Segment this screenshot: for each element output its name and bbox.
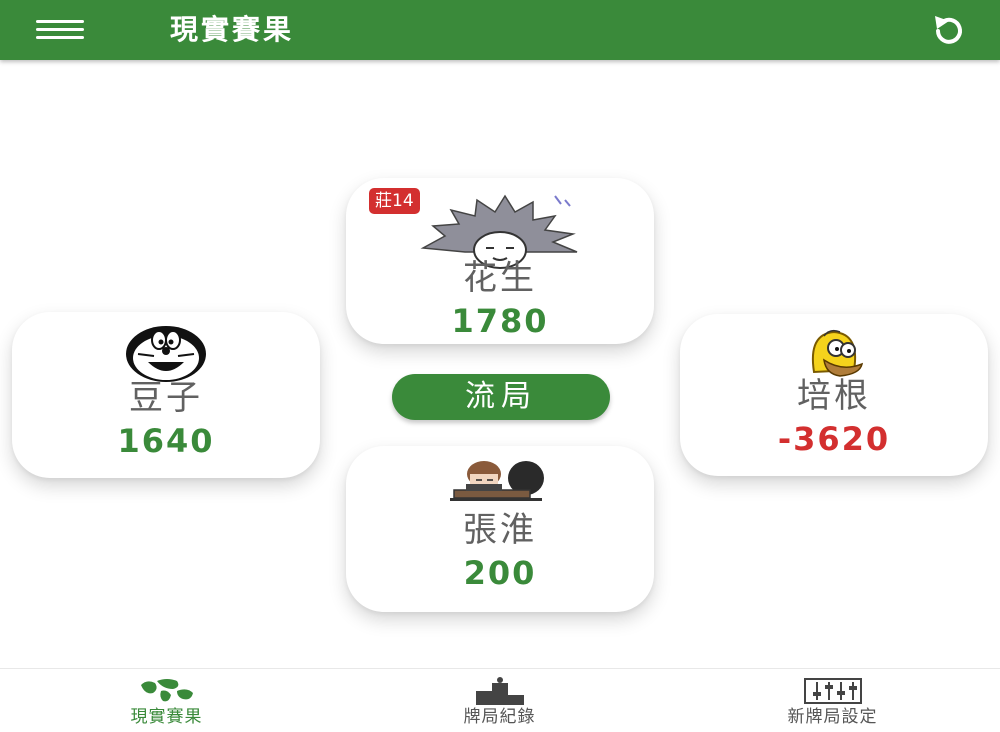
laptop-person-avatar-icon <box>450 461 544 501</box>
nav-item-new-game-settings[interactable]: 新牌局設定 <box>666 669 999 732</box>
nav-item-results[interactable]: 現實賽果 <box>0 669 333 732</box>
game-table: 莊14 花生 1780 豆子 1640 培根 -3620 張淮 200 流局 <box>0 60 1000 668</box>
homer-avatar-icon <box>812 329 864 377</box>
player-name: 豆子 <box>129 378 203 418</box>
player-name: 張淮 <box>463 510 537 550</box>
nav-label: 現實賽果 <box>130 707 203 727</box>
nav-item-game-history[interactable]: 牌局紀錄 <box>333 669 666 732</box>
undo-button[interactable] <box>924 12 976 48</box>
sliders-icon <box>803 678 862 704</box>
player-name: 培根 <box>797 376 871 416</box>
player-card-bottom[interactable]: 張淮 200 <box>346 446 654 612</box>
player-name: 花生 <box>463 258 537 298</box>
world-map-icon <box>140 679 193 702</box>
player-card-left[interactable]: 豆子 1640 <box>12 312 320 478</box>
undo-icon <box>935 16 962 44</box>
player-score: 200 <box>463 554 537 592</box>
podium-icon <box>475 677 524 705</box>
bottom-nav: 現實賽果 牌局紀錄 新牌局設定 <box>0 668 1000 732</box>
player-score: -3620 <box>777 420 891 458</box>
doraemon-avatar-icon <box>126 326 206 382</box>
nav-label: 牌局紀錄 <box>463 707 536 727</box>
draw-game-button[interactable]: 流局 <box>392 374 610 420</box>
page-title: 現實賽果 <box>170 13 295 46</box>
dealer-badge: 莊14 <box>369 188 420 214</box>
nav-label: 新牌局設定 <box>787 707 878 727</box>
app-bar: 現實賽果 <box>0 0 1000 60</box>
player-card-top[interactable]: 莊14 花生 1780 <box>346 178 654 344</box>
player-score: 1780 <box>451 302 549 340</box>
player-score: 1640 <box>117 422 215 460</box>
menu-button[interactable] <box>30 14 90 46</box>
player-card-right[interactable]: 培根 -3620 <box>680 314 988 476</box>
